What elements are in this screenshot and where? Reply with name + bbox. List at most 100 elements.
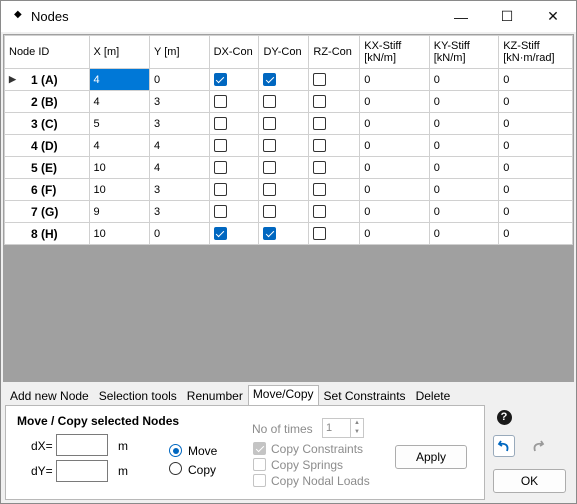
move-radio[interactable] <box>169 444 182 457</box>
x-cell[interactable]: 10 <box>88 222 151 245</box>
kx-cell[interactable]: 0 <box>359 156 430 179</box>
dy-input[interactable] <box>56 460 108 482</box>
copy-radio[interactable] <box>169 462 182 475</box>
node-id-cell[interactable]: 3 (C) <box>4 112 90 135</box>
x-cell[interactable]: 10 <box>88 156 151 179</box>
node-id-cell[interactable]: ▶ 1 (A) <box>4 68 90 91</box>
rz-constraint-checkbox[interactable] <box>313 95 327 108</box>
x-cell[interactable]: 9 <box>88 200 151 223</box>
node-id-cell[interactable]: 8 (H) <box>4 222 90 245</box>
col-header[interactable]: DY-Con <box>258 35 310 69</box>
col-header[interactable]: Node ID <box>4 35 90 69</box>
ky-cell[interactable]: 0 <box>428 134 500 157</box>
y-cell[interactable]: 3 <box>149 112 210 135</box>
x-cell[interactable]: 4 <box>88 90 151 113</box>
ky-cell[interactable]: 0 <box>428 222 500 245</box>
ky-cell[interactable]: 0 <box>428 112 500 135</box>
grid-row[interactable]: 2 (B) 4 3 0 0 0 <box>4 90 573 113</box>
tab-add-new-node[interactable]: Add new Node <box>5 387 94 405</box>
grid-row[interactable]: 6 (F) 10 3 0 0 0 <box>4 178 573 201</box>
kx-cell[interactable]: 0 <box>359 200 430 223</box>
dx-constraint-checkbox[interactable] <box>213 95 227 108</box>
kx-cell[interactable]: 0 <box>359 90 430 113</box>
rz-constraint-checkbox[interactable] <box>313 139 327 152</box>
kz-cell[interactable]: 0 <box>498 90 573 113</box>
copy-springs-checkbox[interactable] <box>253 458 266 471</box>
tab-delete[interactable]: Delete <box>411 387 456 405</box>
dy-constraint-checkbox[interactable] <box>263 183 277 196</box>
grid-row[interactable]: 4 (D) 4 4 0 0 0 <box>4 134 573 157</box>
rz-constraint-checkbox[interactable] <box>313 183 327 196</box>
dy-constraint-checkbox[interactable] <box>263 117 277 130</box>
node-id-cell[interactable]: 5 (E) <box>4 156 90 179</box>
kz-cell[interactable]: 0 <box>498 156 573 179</box>
node-id-cell[interactable]: 7 (G) <box>4 200 90 223</box>
col-header[interactable]: KX-Stiff [kN/m] <box>359 35 430 69</box>
col-header[interactable]: X [m] <box>88 35 151 69</box>
copy-label[interactable]: Copy <box>188 463 216 477</box>
y-cell[interactable]: 3 <box>149 90 210 113</box>
times-spin-buttons[interactable]: ▲ ▼ <box>350 419 363 437</box>
col-header[interactable]: RZ-Con <box>308 35 361 69</box>
rz-constraint-checkbox[interactable] <box>313 73 327 86</box>
dx-constraint-checkbox[interactable] <box>213 161 227 174</box>
kz-cell[interactable]: 0 <box>498 222 573 245</box>
rz-constraint-checkbox[interactable] <box>313 117 327 130</box>
apply-button[interactable]: Apply <box>395 445 467 469</box>
col-header[interactable]: KZ-Stiff [kN·m/rad] <box>498 35 573 69</box>
dx-constraint-checkbox[interactable] <box>213 205 227 218</box>
y-cell[interactable]: 4 <box>149 134 210 157</box>
col-header[interactable]: DX-Con <box>208 35 260 69</box>
close-button[interactable]: ✕ <box>530 1 576 32</box>
node-id-cell[interactable]: 4 (D) <box>4 134 90 157</box>
kz-cell[interactable]: 0 <box>498 112 573 135</box>
copy-constraints-checkbox[interactable] <box>253 442 266 455</box>
x-cell[interactable]: 10 <box>88 178 151 201</box>
node-id-cell[interactable]: 6 (F) <box>4 178 90 201</box>
dx-constraint-checkbox[interactable] <box>213 139 227 152</box>
col-header[interactable]: KY-Stiff [kN/m] <box>428 35 500 69</box>
node-id-cell[interactable]: 2 (B) <box>4 90 90 113</box>
grid-row[interactable]: ▶ 1 (A) 4 0 0 0 0 <box>4 68 573 91</box>
tab-renumber[interactable]: Renumber <box>182 387 248 405</box>
ky-cell[interactable]: 0 <box>428 90 500 113</box>
x-cell[interactable]: 4 <box>88 134 151 157</box>
minimize-button[interactable]: — <box>438 1 484 32</box>
rz-constraint-checkbox[interactable] <box>313 205 327 218</box>
grid-row[interactable]: 3 (C) 5 3 0 0 0 <box>4 112 573 135</box>
rz-constraint-checkbox[interactable] <box>313 227 327 240</box>
maximize-button[interactable]: ☐ <box>484 1 530 32</box>
dx-constraint-checkbox[interactable] <box>213 183 227 196</box>
ky-cell[interactable]: 0 <box>428 68 500 91</box>
grid-row[interactable]: 5 (E) 10 4 0 0 0 <box>4 156 573 179</box>
undo-icon[interactable] <box>493 435 515 457</box>
tab-set-constraints[interactable]: Set Constraints <box>319 387 411 405</box>
dy-constraint-checkbox[interactable] <box>263 161 277 174</box>
kx-cell[interactable]: 0 <box>359 222 430 245</box>
grid-row[interactable]: 7 (G) 9 3 0 0 0 <box>4 200 573 223</box>
x-cell[interactable]: 4 <box>88 68 151 91</box>
dx-constraint-checkbox[interactable] <box>213 227 227 240</box>
help-icon[interactable]: ? <box>493 406 515 428</box>
redo-icon[interactable] <box>527 435 549 457</box>
dy-constraint-checkbox[interactable] <box>263 227 277 240</box>
kz-cell[interactable]: 0 <box>498 178 573 201</box>
move-label[interactable]: Move <box>188 444 217 458</box>
y-cell[interactable]: 0 <box>149 222 210 245</box>
grid-row[interactable]: 8 (H) 10 0 0 0 0 <box>4 222 573 245</box>
y-cell[interactable]: 4 <box>149 156 210 179</box>
y-cell[interactable]: 0 <box>149 68 210 91</box>
ky-cell[interactable]: 0 <box>428 200 500 223</box>
y-cell[interactable]: 3 <box>149 200 210 223</box>
dx-constraint-checkbox[interactable] <box>213 117 227 130</box>
y-cell[interactable]: 3 <box>149 178 210 201</box>
kx-cell[interactable]: 0 <box>359 68 430 91</box>
kz-cell[interactable]: 0 <box>498 134 573 157</box>
kx-cell[interactable]: 0 <box>359 134 430 157</box>
tab-selection-tools[interactable]: Selection tools <box>94 387 182 405</box>
kz-cell[interactable]: 0 <box>498 68 573 91</box>
rz-constraint-checkbox[interactable] <box>313 161 327 174</box>
ky-cell[interactable]: 0 <box>428 156 500 179</box>
tab-move-copy[interactable]: Move/Copy <box>247 385 319 405</box>
kx-cell[interactable]: 0 <box>359 178 430 201</box>
